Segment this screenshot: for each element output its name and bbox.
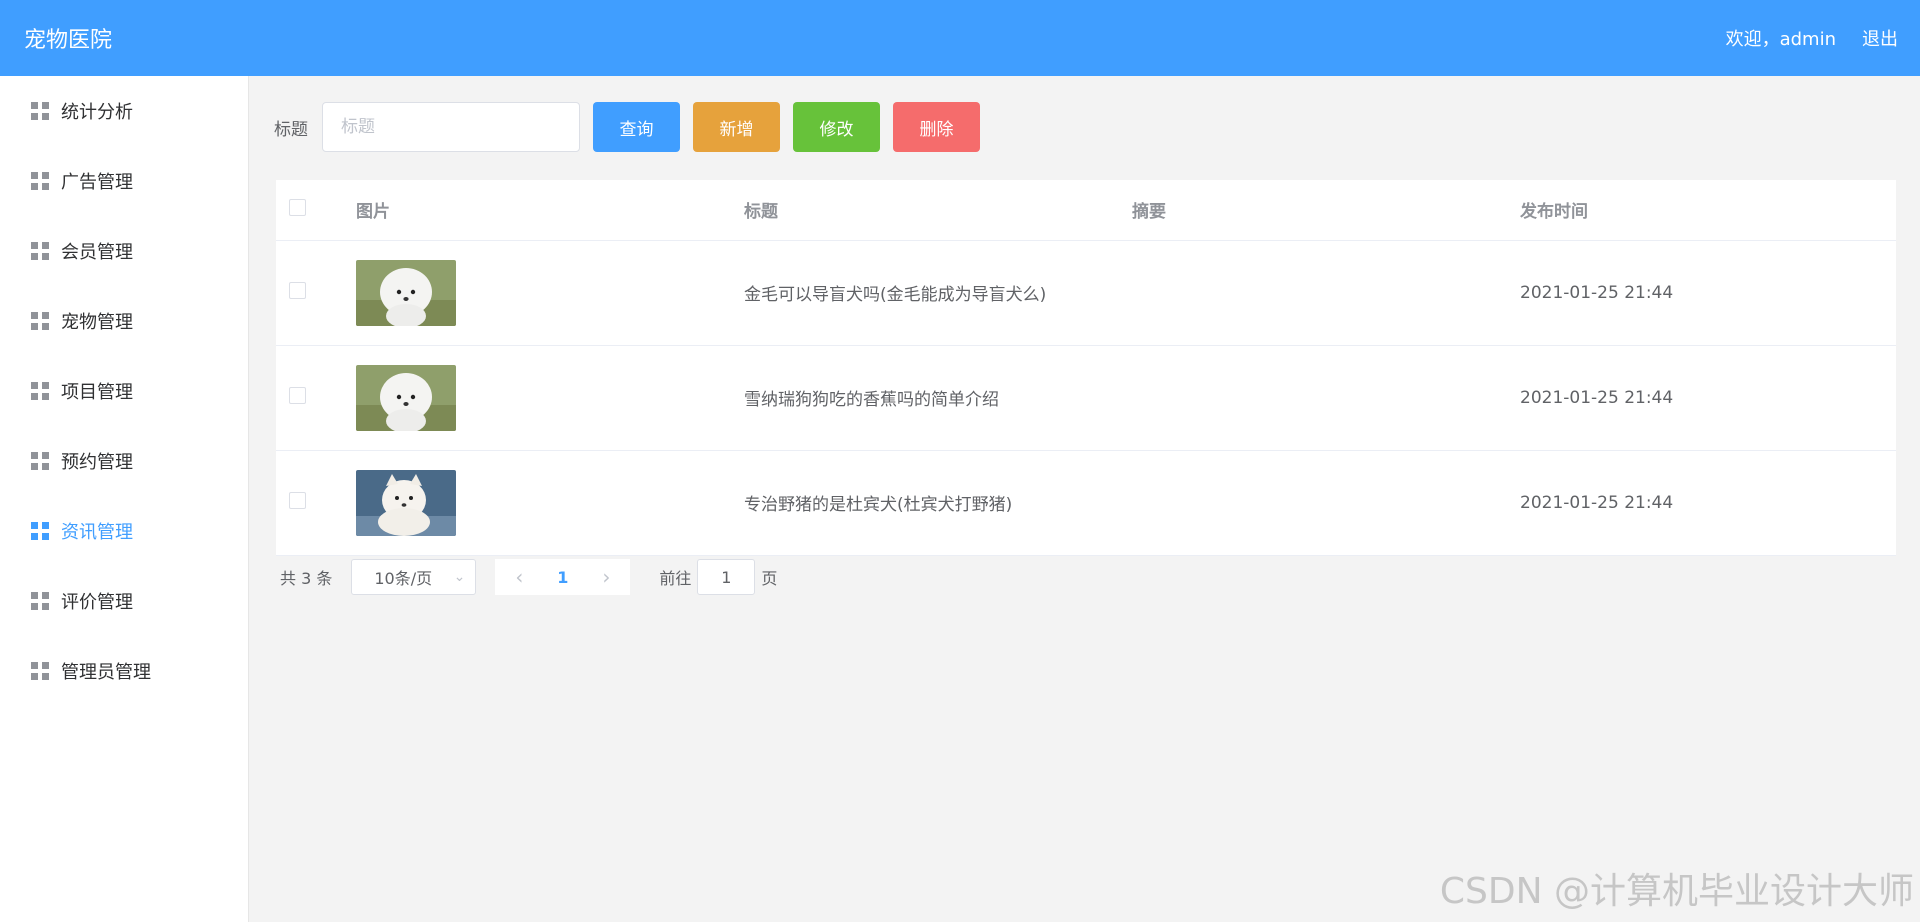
select-all-checkbox[interactable] — [289, 198, 306, 216]
chevron-down-icon: ⌄ — [453, 569, 466, 585]
query-button[interactable]: 查询 — [593, 102, 680, 152]
page-size-value: 10条/页 — [374, 569, 433, 588]
sidebar-item-label: 宠物管理 — [61, 312, 133, 333]
row-summary — [1132, 240, 1520, 346]
row-summary — [1132, 450, 1520, 556]
sidebar-item-news[interactable]: 资讯管理 — [0, 496, 248, 566]
sidebar-item-ads[interactable]: 广告管理 — [0, 146, 248, 216]
prev-page-icon[interactable]: ‹ — [515, 565, 523, 589]
app-title: 宠物医院 — [24, 28, 113, 53]
puppy-thumbnail-image — [356, 469, 456, 536]
row-checkbox[interactable] — [289, 281, 306, 299]
row-title: 金毛可以导盲犬吗(金毛能成为导盲犬么) — [744, 240, 1132, 346]
sidebar-item-label: 管理员管理 — [61, 662, 151, 683]
grid-icon — [31, 452, 49, 470]
row-title: 雪纳瑞狗狗吃的香蕉吗的简单介绍 — [744, 345, 1132, 451]
sidebar-item-label: 项目管理 — [61, 382, 133, 403]
sidebar-item-label: 会员管理 — [61, 242, 133, 263]
column-header-title[interactable]: 标题 — [744, 180, 1132, 241]
sidebar-item-label: 资讯管理 — [61, 522, 133, 543]
sidebar-item-label: 评价管理 — [61, 592, 133, 613]
welcome-text: 欢迎，admin — [1725, 29, 1836, 50]
row-published-time: 2021-01-25 21:44 — [1520, 450, 1896, 556]
column-header-summary[interactable]: 摘要 — [1132, 180, 1520, 241]
title-search-input[interactable] — [322, 102, 580, 152]
column-header-published[interactable]: 发布时间 — [1520, 180, 1896, 241]
add-button[interactable]: 新增 — [693, 102, 780, 152]
sidebar-item-members[interactable]: 会员管理 — [0, 216, 248, 286]
table-header-row: 图片 标题 摘要 发布时间 — [276, 180, 1896, 241]
table-row[interactable]: 雪纳瑞狗狗吃的香蕉吗的简单介绍 2021-01-25 21:44 — [276, 345, 1896, 451]
grid-icon — [31, 522, 49, 540]
news-table: 图片 标题 摘要 发布时间 金毛可以导盲犬吗(金毛能成为导盲犬么) 2021-0… — [276, 180, 1896, 556]
sidebar-item-label: 广告管理 — [61, 172, 133, 193]
next-page-icon[interactable]: › — [602, 565, 610, 589]
dog-thumbnail-image — [356, 259, 456, 326]
grid-icon — [31, 102, 49, 120]
row-title: 专治野猪的是杜宾犬(杜宾犬打野猪) — [744, 450, 1132, 556]
column-header-image[interactable]: 图片 — [356, 180, 744, 241]
sidebar-item-admins[interactable]: 管理员管理 — [0, 636, 248, 706]
page-suffix: 页 — [761, 569, 778, 588]
grid-icon — [31, 172, 49, 190]
table-row[interactable]: 金毛可以导盲犬吗(金毛能成为导盲犬么) 2021-01-25 21:44 — [276, 240, 1896, 346]
page-navigation: ‹ 1 › — [495, 559, 631, 595]
grid-icon — [31, 662, 49, 680]
page-number-current[interactable]: 1 — [557, 568, 568, 587]
row-published-time: 2021-01-25 21:44 — [1520, 240, 1896, 346]
search-toolbar: 标题 查询 新增 修改 删除 — [274, 102, 980, 152]
sidebar-item-projects[interactable]: 项目管理 — [0, 356, 248, 426]
grid-icon — [31, 242, 49, 260]
pagination: 共 3 条 10条/页 ⌄ ‹ 1 › 前往 页 — [280, 558, 777, 596]
row-checkbox[interactable] — [289, 386, 306, 404]
logout-link[interactable]: 退出 — [1862, 25, 1898, 51]
row-checkbox[interactable] — [289, 491, 306, 509]
watermark: CSDN @计算机毕业设计大师 — [1439, 871, 1914, 912]
total-count: 共 3 条 — [280, 569, 333, 588]
top-header: 宠物医院 欢迎，admin 退出 — [0, 0, 1920, 76]
grid-icon — [31, 312, 49, 330]
table-row[interactable]: 专治野猪的是杜宾犬(杜宾犬打野猪) 2021-01-25 21:44 — [276, 450, 1896, 556]
sidebar-item-reviews[interactable]: 评价管理 — [0, 566, 248, 636]
edit-button[interactable]: 修改 — [793, 102, 880, 152]
sidebar-item-label: 统计分析 — [61, 102, 133, 123]
row-summary — [1132, 345, 1520, 451]
main-content: 标题 查询 新增 修改 删除 图片 标题 摘要 发布时间 — [250, 76, 1920, 922]
grid-icon — [31, 592, 49, 610]
sidebar-item-statistics[interactable]: 统计分析 — [0, 76, 248, 146]
sidebar-item-appointments[interactable]: 预约管理 — [0, 426, 248, 496]
page-size-select[interactable]: 10条/页 ⌄ — [351, 559, 477, 595]
dog-thumbnail-image — [356, 364, 456, 431]
title-filter-label: 标题 — [274, 119, 308, 140]
row-published-time: 2021-01-25 21:44 — [1520, 345, 1896, 451]
sidebar-item-pets[interactable]: 宠物管理 — [0, 286, 248, 356]
grid-icon — [31, 382, 49, 400]
sidebar-item-label: 预约管理 — [61, 452, 133, 473]
goto-page-input[interactable] — [697, 559, 756, 595]
sidebar-menu: 统计分析 广告管理 会员管理 宠物管理 项目管理 预约管理 资讯管理 评价管理 … — [0, 76, 249, 922]
delete-button[interactable]: 删除 — [893, 102, 980, 152]
header-user-area: 欢迎，admin 退出 — [1726, 25, 1898, 51]
goto-label: 前往 — [659, 569, 692, 588]
